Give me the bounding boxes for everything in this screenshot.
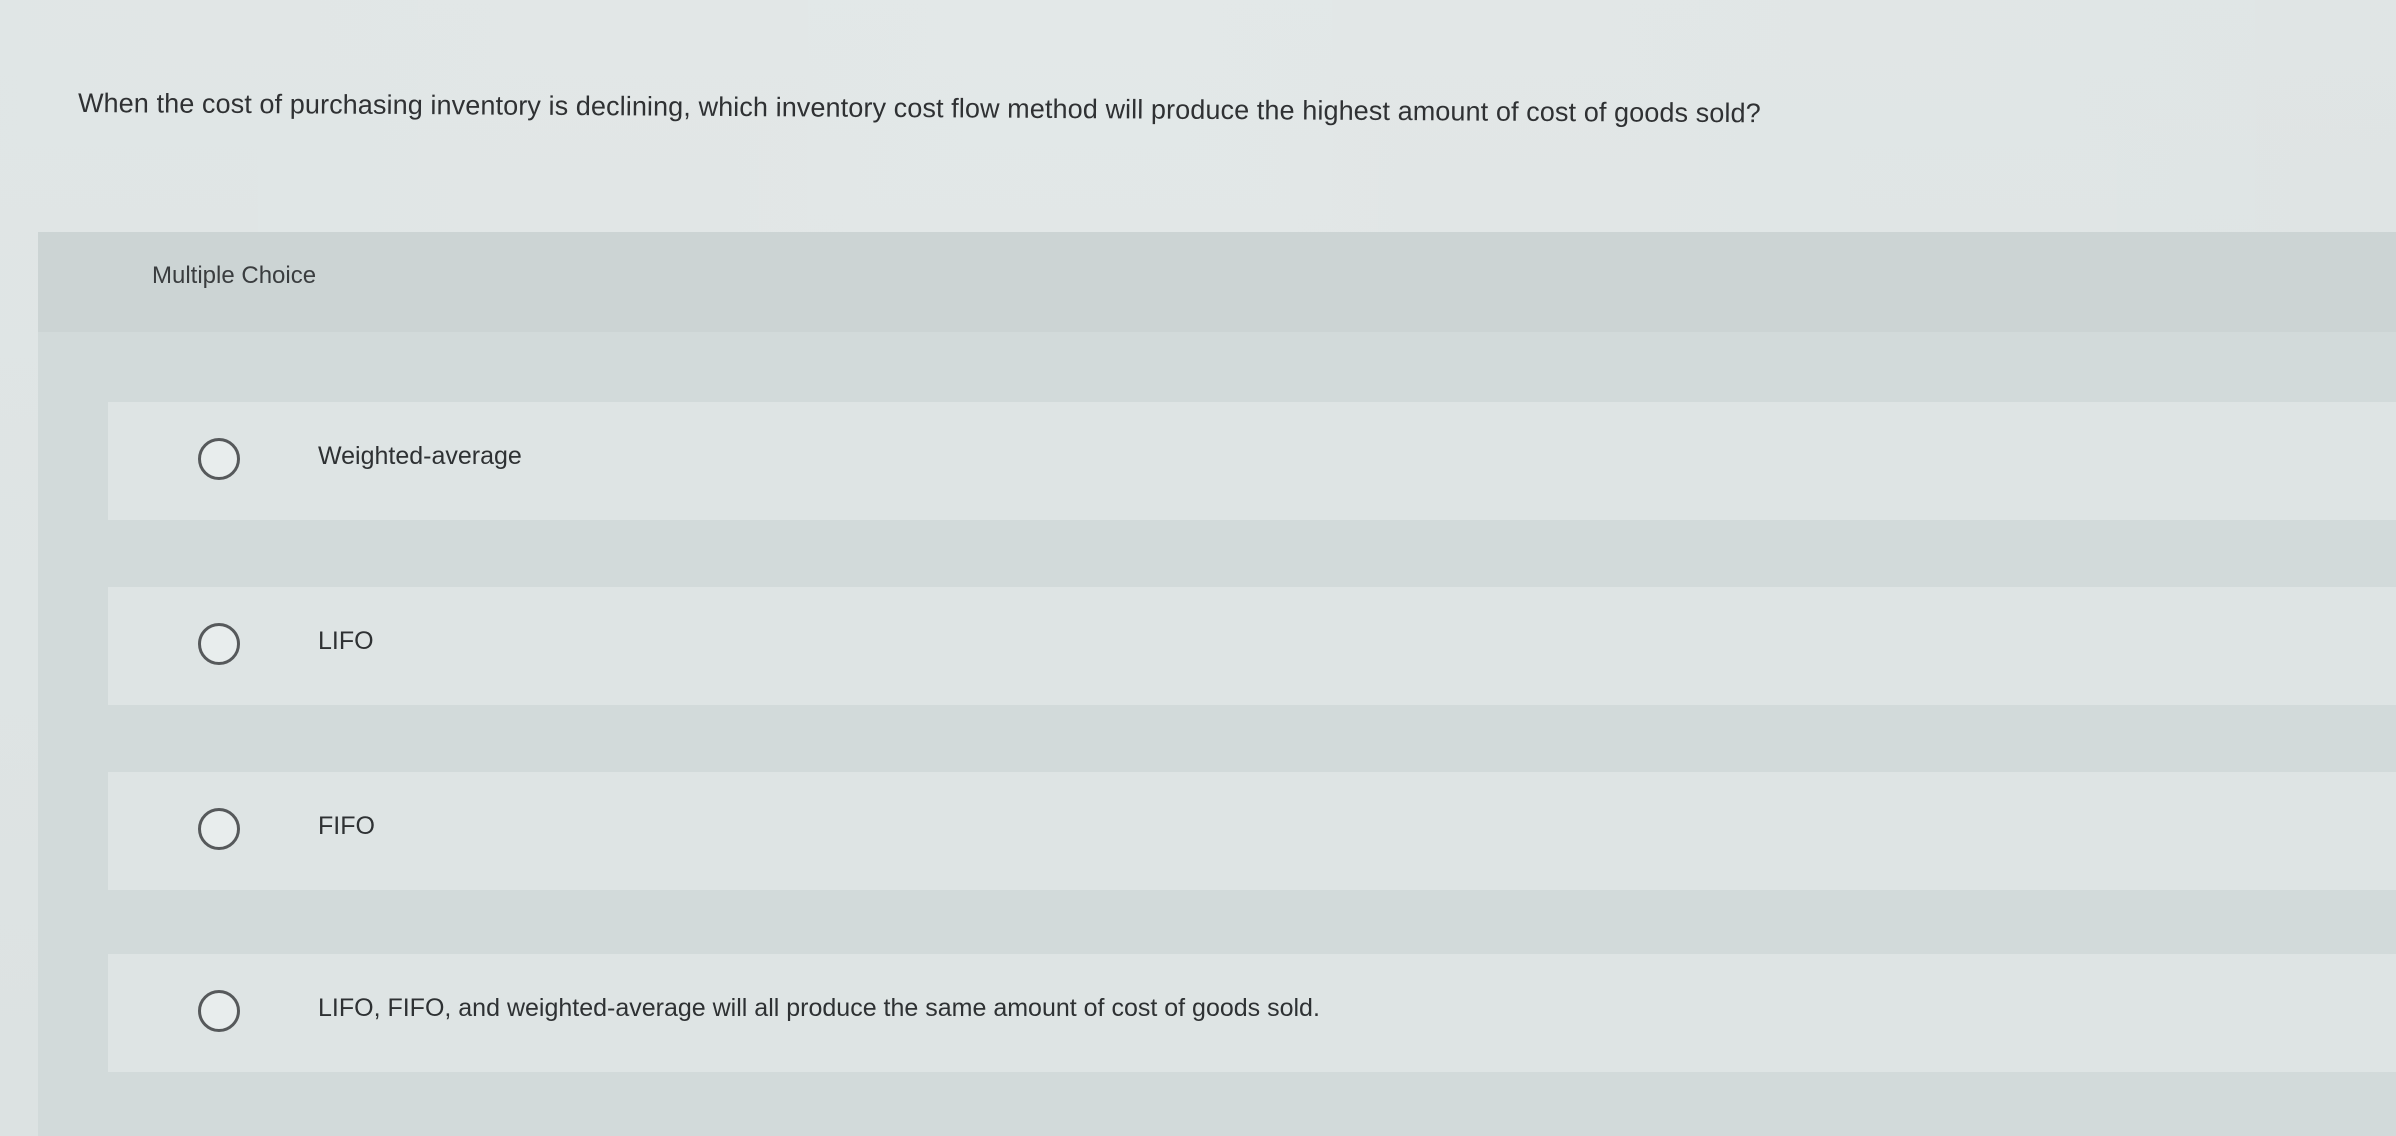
multiple-choice-panel: Multiple Choice Weighted-average LIFO FI… [38,232,2396,1136]
choice-option-label: FIFO [318,812,375,840]
radio-button[interactable] [198,438,240,480]
radio-button[interactable] [198,808,240,850]
choice-option-weighted-average[interactable]: Weighted-average [108,402,2396,520]
choice-option-all-same[interactable]: LIFO, FIFO, and weighted-average will al… [108,954,2396,1072]
choice-option-label: LIFO, FIFO, and weighted-average will al… [318,994,1320,1022]
choice-option-fifo[interactable]: FIFO [108,772,2396,890]
choice-option-lifo[interactable]: LIFO [108,587,2396,705]
radio-button[interactable] [198,990,240,1032]
multiple-choice-label: Multiple Choice [152,262,317,289]
multiple-choice-header: Multiple Choice [38,232,2396,332]
choice-option-label: Weighted-average [318,442,522,470]
choice-option-label: LIFO [318,627,374,655]
radio-button[interactable] [198,623,240,665]
